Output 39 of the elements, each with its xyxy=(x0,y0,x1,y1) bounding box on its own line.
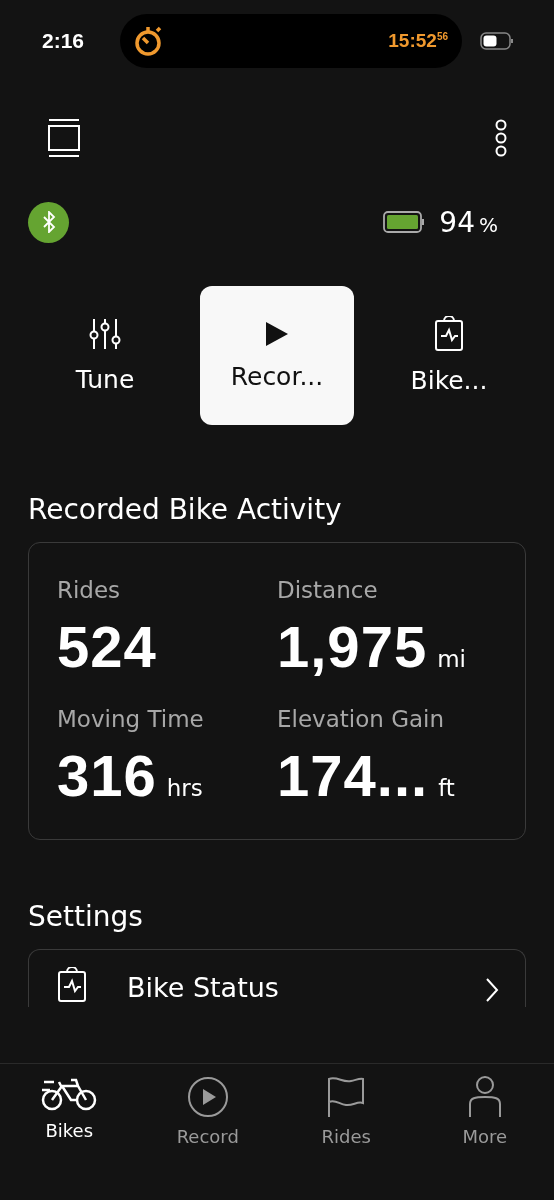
stat-value: 524 xyxy=(57,613,157,680)
tab-item[interactable]: Bikes xyxy=(0,1076,139,1141)
stat-label: Moving Time xyxy=(57,706,205,732)
clipboard-icon xyxy=(434,316,464,352)
more-icon[interactable] xyxy=(494,119,508,157)
bluetooth-icon xyxy=(28,201,69,243)
chevron-right-icon xyxy=(485,977,499,1003)
timer-text: 15:52$^{56}$ xyxy=(388,30,448,52)
play-circle-icon xyxy=(186,1076,229,1118)
section-title: Recorded Bike Activity xyxy=(28,493,343,526)
tab-item[interactable]: More xyxy=(415,1076,554,1147)
panel-icon[interactable] xyxy=(48,119,80,157)
action-button[interactable]: Bike... xyxy=(372,286,526,425)
stopwatch-icon xyxy=(134,25,164,57)
stat-label: Distance xyxy=(277,577,379,603)
sliders-icon xyxy=(88,317,122,351)
tab-item[interactable]: Record xyxy=(138,1076,277,1147)
stat-label: Elevation Gain xyxy=(277,706,446,732)
action-button[interactable]: Recor... xyxy=(200,286,354,425)
status-time: 2:16 xyxy=(42,29,86,53)
stat-value: 316 xyxy=(57,742,157,809)
battery-percent: 94% xyxy=(439,205,498,239)
stat-label: Rides xyxy=(57,577,122,603)
flag-icon xyxy=(326,1076,367,1118)
bike-battery-icon xyxy=(383,211,426,233)
tab-item[interactable]: Rides xyxy=(277,1076,416,1147)
person-icon xyxy=(467,1076,502,1118)
section-title: Settings xyxy=(28,900,144,933)
play-icon xyxy=(264,320,290,348)
stat-value: 174... xyxy=(277,742,429,809)
stat-unit: hrs xyxy=(166,775,203,801)
stat-unit: mi xyxy=(437,646,466,672)
bicycle-icon xyxy=(41,1076,98,1112)
settings-row[interactable]: Bike Status xyxy=(28,949,526,1007)
battery-icon xyxy=(480,32,514,50)
clipboard-icon xyxy=(57,967,87,1003)
stat-value: 1,975 xyxy=(277,613,428,680)
stat-unit: ft xyxy=(438,775,455,801)
action-button[interactable]: Tune xyxy=(28,286,182,425)
